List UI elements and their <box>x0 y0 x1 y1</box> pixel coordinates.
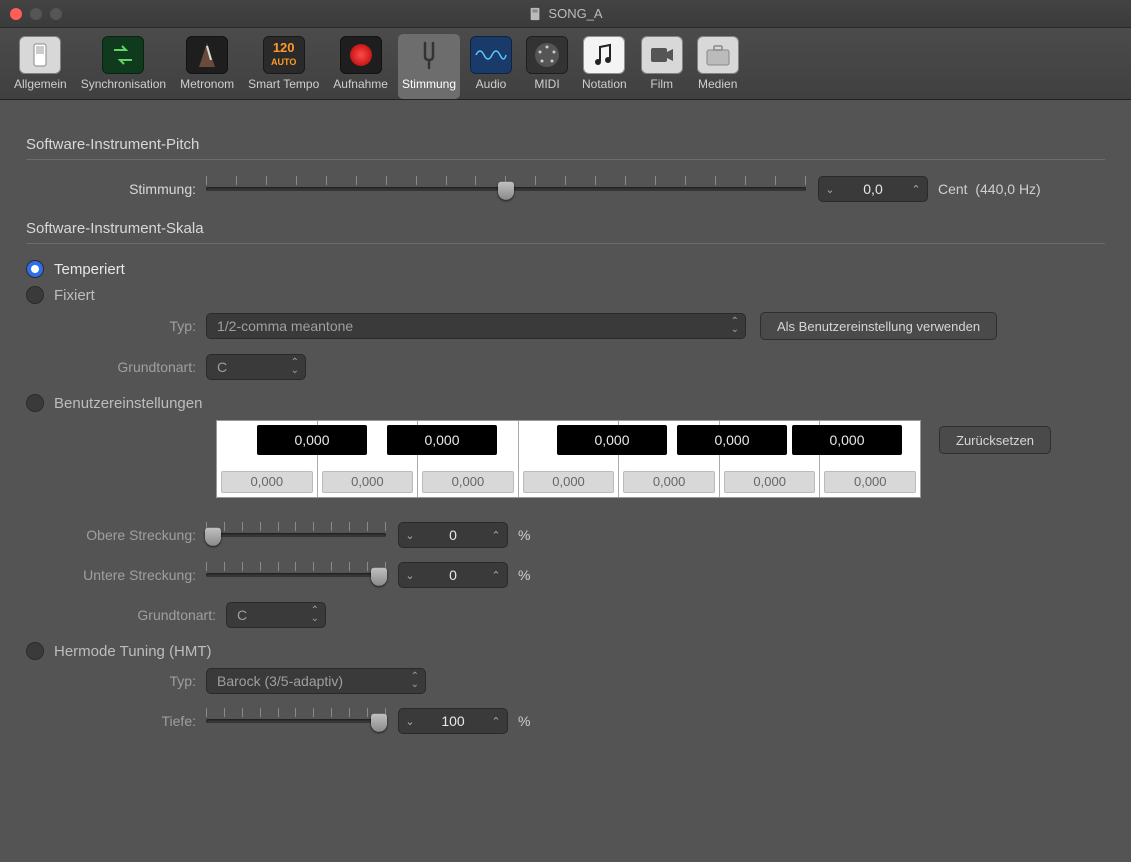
stepper-up-icon[interactable]: ⌃ <box>905 183 927 196</box>
tab-synchronisation[interactable]: Synchronisation <box>77 34 170 99</box>
stepper-down-icon[interactable]: ⌄ <box>399 569 421 582</box>
type-label: Typ: <box>26 318 206 334</box>
lower-stretch-slider[interactable] <box>206 562 386 588</box>
waveform-icon <box>474 45 508 65</box>
tuning-fork-icon <box>416 40 442 70</box>
titlebar: SONG_A <box>0 0 1131 28</box>
camera-icon <box>648 44 676 66</box>
hmt-depth-stepper[interactable]: ⌄ 100 ⌃ <box>398 708 508 734</box>
radio-hmt[interactable]: Hermode Tuning (HMT) <box>26 642 1105 660</box>
section-pitch: Software-Instrument-Pitch <box>26 136 1105 153</box>
minimize-button[interactable] <box>30 8 42 20</box>
tab-midi[interactable]: MIDI <box>522 34 572 99</box>
tab-medien[interactable]: Medien <box>693 34 743 99</box>
notes-icon <box>592 41 616 69</box>
chevron-updown-icon: ⌃⌄ <box>311 607 319 623</box>
tab-stimmung[interactable]: Stimmung <box>398 34 460 99</box>
sync-icon <box>108 42 138 68</box>
radio-tempered[interactable]: Temperiert <box>26 260 1105 278</box>
type-select[interactable]: 1/2-comma meantone⌃⌄ <box>206 313 746 339</box>
keyboard-tuning[interactable]: 0,000 0,000 0,000 0,000 0,000 0,000 0,00… <box>216 420 921 498</box>
tab-film[interactable]: Film <box>637 34 687 99</box>
lower-stretch-stepper[interactable]: ⌄ 0 ⌃ <box>398 562 508 588</box>
tab-metronom[interactable]: Metronom <box>176 34 238 99</box>
hmt-type-select[interactable]: Barock (3/5-adaptiv)⌃⌄ <box>206 668 426 694</box>
content: Software-Instrument-Pitch Stimmung: ⌄ 0,… <box>0 100 1131 766</box>
record-icon <box>350 44 372 66</box>
hmt-type-label: Typ: <box>26 673 206 689</box>
tab-notation[interactable]: Notation <box>578 34 631 99</box>
stepper-up-icon[interactable]: ⌃ <box>485 715 507 728</box>
metronome-icon <box>195 40 219 70</box>
midi-icon <box>533 41 561 69</box>
zoom-button[interactable] <box>50 8 62 20</box>
window-controls <box>10 8 62 20</box>
tab-allgemein[interactable]: Allgemein <box>10 34 71 99</box>
use-as-default-button[interactable]: Als Benutzereinstellung verwenden <box>760 312 997 340</box>
chevron-updown-icon: ⌃⌄ <box>731 318 739 334</box>
root2-select[interactable]: C⌃⌄ <box>226 602 326 628</box>
briefcase-icon <box>704 43 732 67</box>
tab-aufnahme[interactable]: Aufnahme <box>329 34 392 99</box>
stepper-down-icon[interactable]: ⌄ <box>819 183 841 196</box>
stepper-down-icon[interactable]: ⌄ <box>399 715 421 728</box>
root2-label: Grundtonart: <box>26 607 226 623</box>
radio-user-settings[interactable]: Benutzereinstellungen <box>26 394 1105 412</box>
chevron-updown-icon: ⌃⌄ <box>291 359 299 375</box>
stepper-up-icon[interactable]: ⌃ <box>485 529 507 542</box>
chevron-updown-icon: ⌃⌄ <box>411 673 419 689</box>
tab-audio[interactable]: Audio <box>466 34 516 99</box>
tune-unit: Cent (440,0 Hz) <box>938 181 1041 197</box>
document-icon <box>528 7 542 21</box>
root-label: Grundtonart: <box>26 359 206 375</box>
upper-stretch-stepper[interactable]: ⌄ 0 ⌃ <box>398 522 508 548</box>
lower-stretch-label: Untere Streckung: <box>26 567 206 583</box>
hmt-depth-slider[interactable] <box>206 708 386 734</box>
close-button[interactable] <box>10 8 22 20</box>
tune-slider[interactable] <box>206 176 806 202</box>
window-title: SONG_A <box>528 6 602 21</box>
hmt-depth-label: Tiefe: <box>26 713 206 729</box>
stepper-down-icon[interactable]: ⌄ <box>399 529 421 542</box>
reset-button[interactable]: Zurücksetzen <box>939 426 1051 454</box>
toolbar: Allgemein Synchronisation Metronom 120AU… <box>0 28 1131 100</box>
upper-stretch-slider[interactable] <box>206 522 386 548</box>
root-select[interactable]: C⌃⌄ <box>206 354 306 380</box>
switch-icon <box>30 42 50 68</box>
tab-smart-tempo[interactable]: 120AUTO Smart Tempo <box>244 34 323 99</box>
radio-fixed[interactable]: Fixiert <box>26 286 1105 304</box>
upper-stretch-label: Obere Streckung: <box>26 527 206 543</box>
section-scale: Software-Instrument-Skala <box>26 220 1105 237</box>
tune-label: Stimmung: <box>26 181 206 197</box>
stepper-up-icon[interactable]: ⌃ <box>485 569 507 582</box>
tune-stepper[interactable]: ⌄ 0,0 ⌃ <box>818 176 928 202</box>
